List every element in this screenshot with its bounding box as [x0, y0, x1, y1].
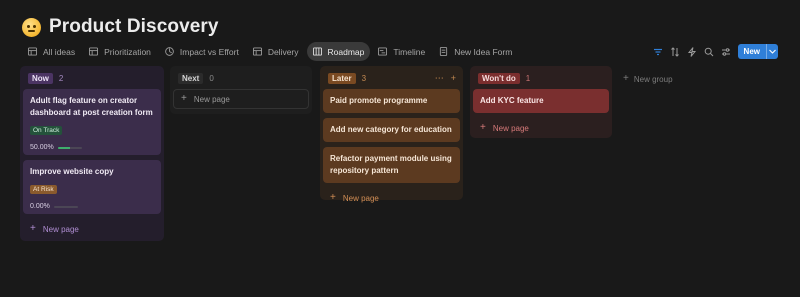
tab-label: New Idea Form: [454, 46, 513, 57]
chevron-down-icon[interactable]: [766, 44, 778, 59]
tab-all-ideas[interactable]: All ideas: [22, 42, 81, 61]
new-page-button[interactable]: + New page: [323, 188, 460, 208]
plus-icon: +: [330, 192, 336, 203]
search-icon[interactable]: [704, 47, 714, 57]
filter-icon[interactable]: [653, 47, 663, 57]
card-add-category[interactable]: Add new category for education: [323, 118, 460, 142]
card-title: Refactor payment module using repository…: [330, 154, 452, 175]
lightning-icon[interactable]: [687, 46, 697, 57]
new-page-button[interactable]: + New page: [173, 89, 309, 109]
tab-label: Timeline: [393, 46, 426, 57]
new-page-label: New page: [193, 94, 230, 104]
card-title: Adult flag feature on creator dashboard …: [30, 96, 153, 117]
progress-label: 0.00%: [30, 203, 50, 210]
plus-icon: +: [623, 73, 629, 84]
new-button-label: New: [743, 47, 760, 56]
card-adult-flag[interactable]: Adult flag feature on creator dashboard …: [23, 89, 161, 155]
tab-label: Prioritization: [104, 46, 151, 57]
tab-delivery[interactable]: Delivery: [247, 42, 305, 61]
timeline-icon: [378, 47, 388, 56]
form-icon: [440, 47, 448, 56]
tab-label: Impact vs Effort: [179, 46, 239, 57]
progress: 0.00%: [30, 203, 154, 210]
new-page-label: New page: [492, 123, 529, 133]
progress-fill: [57, 146, 70, 149]
tab-label: All ideas: [43, 46, 76, 57]
settings-sliders-icon[interactable]: [721, 47, 731, 57]
sort-icon[interactable]: [670, 46, 680, 57]
table-icon: [252, 47, 262, 56]
column-later: Later 3 ⋯ + Paid promote programme Add n…: [320, 66, 463, 203]
column-actions: ⋯ +: [435, 73, 460, 84]
new-group-label: New group: [633, 74, 673, 84]
progress-label: 50.00%: [30, 144, 54, 151]
table-icon: [28, 47, 37, 56]
new-page-label: New page: [342, 193, 379, 203]
card-improve-website-copy[interactable]: Improve website copy At Risk 0.00%: [23, 160, 161, 214]
new-page-label: New page: [42, 224, 79, 234]
column-label[interactable]: Next: [178, 72, 204, 84]
tab-new-idea-form[interactable]: New Idea Form: [433, 42, 518, 61]
column-header: Later 3 ⋯ +: [323, 71, 460, 85]
card-refactor-payment[interactable]: Refactor payment module using repository…: [323, 147, 460, 183]
new-page-button[interactable]: + New page: [473, 118, 609, 138]
view-toolbar: New: [653, 44, 778, 59]
more-icon[interactable]: ⋯: [435, 73, 444, 84]
column-header: Next 0: [173, 71, 309, 85]
tab-roadmap[interactable]: Roadmap: [306, 42, 371, 61]
column-next: Next 0 + New page: [170, 66, 312, 114]
page-title[interactable]: Product Discovery: [49, 16, 219, 38]
card-add-kyc[interactable]: Add KYC feature: [473, 89, 609, 113]
card-title: Add KYC feature: [480, 96, 544, 105]
new-page-button[interactable]: + New page: [23, 219, 161, 239]
column-now: Now 2 Adult flag feature on creator dash…: [20, 66, 164, 241]
new-button[interactable]: New: [737, 44, 778, 59]
column-label[interactable]: Won't do: [478, 72, 520, 84]
plus-icon: +: [480, 122, 486, 133]
column-header: Now 2: [23, 71, 161, 85]
tab-impact-vs-effort[interactable]: Impact vs Effort: [159, 42, 245, 61]
thinking-face-icon[interactable]: [22, 17, 41, 37]
card-title: Improve website copy: [30, 167, 114, 176]
column-count: 1: [525, 73, 531, 83]
column-wont-do: Won't do 1 Add KYC feature + New page: [470, 66, 612, 138]
status-badge: At Risk: [30, 185, 57, 194]
plus-icon[interactable]: +: [451, 73, 456, 84]
progress: 50.00%: [30, 144, 154, 151]
column-count: 0: [209, 73, 214, 83]
board-icon: [312, 47, 322, 56]
new-group-button[interactable]: + New group: [623, 74, 673, 84]
tab-prioritization[interactable]: Prioritization: [83, 42, 157, 61]
page-header: Product Discovery: [22, 16, 219, 38]
tab-label: Roadmap: [327, 46, 365, 57]
column-count: 3: [361, 73, 367, 83]
column-label[interactable]: Now: [28, 72, 53, 84]
tab-timeline[interactable]: Timeline: [372, 42, 431, 61]
plus-icon: +: [30, 223, 36, 234]
progress-bar: [57, 146, 82, 149]
table-icon: [89, 47, 99, 56]
column-label[interactable]: Later: [328, 72, 356, 84]
card-title: Add new category for education: [330, 125, 452, 134]
chart-icon: [165, 47, 174, 56]
tab-label: Delivery: [267, 46, 299, 57]
card-paid-promote[interactable]: Paid promote programme: [323, 89, 460, 113]
card-title: Paid promote programme: [330, 96, 428, 105]
progress-bar: [53, 205, 78, 208]
plus-icon: +: [181, 93, 187, 104]
column-count: 2: [58, 73, 64, 83]
status-badge: On Track: [30, 126, 63, 135]
column-header: Won't do 1: [473, 71, 609, 85]
view-tabs: All ideas Prioritization Impact vs Effor…: [22, 42, 518, 61]
